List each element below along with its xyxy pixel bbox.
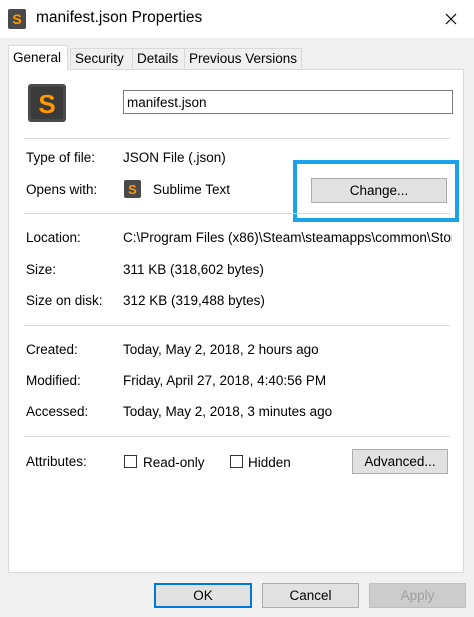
window-title: manifest.json Properties	[36, 9, 203, 26]
sublime-text-icon: S	[8, 9, 26, 29]
size-on-disk-label: Size on disk:	[26, 293, 103, 308]
created-label: Created:	[26, 342, 78, 357]
separator	[24, 138, 450, 139]
separator	[24, 213, 450, 214]
svg-text:S: S	[128, 182, 137, 197]
sublime-text-icon: S	[124, 180, 141, 198]
modified-label: Modified:	[26, 373, 81, 388]
tab-details[interactable]: Details	[132, 48, 185, 68]
opens-with-value: Sublime Text	[153, 182, 231, 197]
general-panel	[8, 69, 464, 573]
tab-general[interactable]: General	[8, 45, 68, 70]
separator	[24, 325, 450, 326]
location-value: C:\Program Files (x86)\Steam\steamapps\c…	[123, 230, 452, 245]
accessed-value: Today, May 2, 2018, 3 minutes ago	[123, 404, 333, 419]
opens-with-label: Opens with:	[26, 182, 98, 197]
ok-button[interactable]: OK	[154, 583, 252, 608]
size-label: Size:	[26, 262, 57, 277]
read-only-label[interactable]: Read-only	[143, 455, 205, 470]
apply-button[interactable]: Apply	[369, 583, 466, 608]
sublime-text-icon: S	[28, 84, 66, 122]
tab-previous-versions[interactable]: Previous Versions	[184, 48, 302, 68]
size-on-disk-value: 312 KB (319,488 bytes)	[123, 293, 265, 308]
separator	[24, 436, 450, 437]
created-value: Today, May 2, 2018, 2 hours ago	[123, 342, 319, 357]
type-of-file-label: Type of file:	[26, 150, 96, 165]
tab-security[interactable]: Security	[70, 48, 133, 68]
size-value: 311 KB (318,602 bytes)	[123, 262, 264, 277]
cancel-button[interactable]: Cancel	[262, 583, 359, 608]
type-of-file-value: JSON File (.json)	[123, 150, 226, 165]
file-name-input[interactable]	[123, 90, 453, 114]
svg-text:S: S	[38, 89, 55, 119]
svg-text:S: S	[12, 11, 21, 27]
change-button[interactable]: Change...	[311, 178, 447, 203]
hidden-label[interactable]: Hidden	[248, 455, 291, 470]
title-bar: S manifest.json Properties	[0, 0, 474, 38]
attributes-label: Attributes:	[26, 454, 87, 469]
accessed-label: Accessed:	[26, 404, 89, 419]
advanced-button[interactable]: Advanced...	[352, 449, 448, 474]
location-label: Location:	[26, 230, 81, 245]
close-icon	[445, 13, 457, 25]
hidden-checkbox[interactable]	[230, 455, 243, 468]
modified-value: Friday, April 27, 2018, 4:40:56 PM	[123, 373, 327, 388]
close-button[interactable]	[428, 0, 474, 38]
read-only-checkbox[interactable]	[124, 455, 137, 468]
